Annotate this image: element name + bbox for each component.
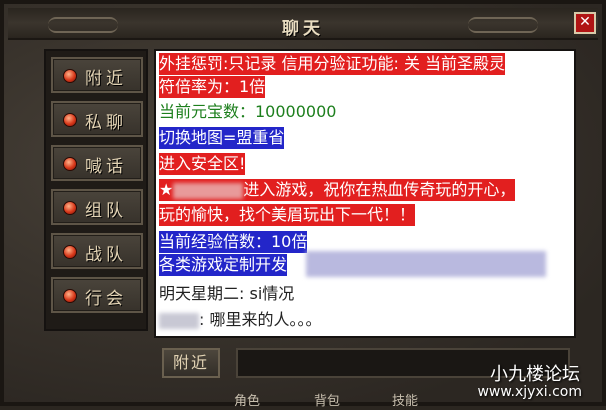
red-orb-icon [63,69,77,83]
channel-select-button[interactable]: 附近 [162,348,220,378]
tab-label: 附近 [85,69,127,89]
chat-line-text: : 哪里来的人。。。 [199,310,322,329]
title-bar[interactable]: 聊天 ✕ [8,8,598,40]
chat-line: 当前元宝数：10000000 [159,102,337,121]
close-button[interactable]: ✕ [574,12,596,34]
watermark-url: www.xjyxi.com [477,384,582,400]
chat-line: : 哪里来的人。。。 [159,309,321,331]
tab-private[interactable]: 私聊 [51,101,143,137]
tab-label: 行会 [85,289,127,309]
red-orb-icon [63,113,77,127]
chat-line: 切换地图=盟重省 [159,127,285,149]
chat-window: 聊天 ✕ 附近 私聊 喊话 组队 战队 行会 外挂惩罚:只记录 信用分验证功能:… [0,0,606,409]
game-bottom-strip: 角色 背包 技能 [154,388,454,410]
tab-label: 喊话 [85,157,127,177]
red-orb-icon [63,289,77,303]
chat-line: 各类游戏定制开发 [159,254,288,276]
channel-sidebar: 附近 私聊 喊话 组队 战队 行会 [44,49,148,331]
tab-squad[interactable]: 战队 [51,233,143,269]
tab-shout[interactable]: 喊话 [51,145,143,181]
chat-log[interactable]: 外挂惩罚:只记录 信用分验证功能: 关 当前圣殿灵 符倍率为：1倍 当前元宝数：… [154,49,576,338]
chat-line: 当前经验倍数：10倍 [159,231,308,253]
blurred-name [159,312,199,329]
skill-menu[interactable]: 技能 [392,390,418,409]
chat-line: 玩的愉快，找个美眉玩出下一代！！ [159,204,416,226]
chat-line: ★ 进入游戏，祝你在热血传奇玩的开心， [159,179,516,201]
tab-nearby[interactable]: 附近 [51,57,143,93]
blurred-ad [306,251,546,277]
chat-line: 进入安全区! [159,153,246,175]
red-orb-icon [63,245,77,259]
chat-line: 符倍率为：1倍 [159,76,266,98]
title-ornament-right [468,17,538,33]
chat-line: 明天星期二: si情况 [159,284,295,303]
star-text: ★ [159,180,174,199]
character-menu[interactable]: 角色 [234,390,260,409]
tab-label: 组队 [85,201,127,221]
tab-label: 私聊 [85,113,127,133]
watermark-title: 小九楼论坛 [490,364,580,385]
bag-menu[interactable]: 背包 [314,390,340,409]
chat-line: 外挂惩罚:只记录 信用分验证功能: 关 当前圣殿灵 [159,53,506,75]
tab-team[interactable]: 组队 [51,189,143,225]
red-orb-icon [63,201,77,215]
tab-label: 战队 [85,245,127,265]
chat-line-text: 进入游戏，祝你在热血传奇玩的开心， [243,180,516,199]
blurred-name [173,182,244,199]
tab-guild[interactable]: 行会 [51,277,143,313]
red-orb-icon [63,157,77,171]
